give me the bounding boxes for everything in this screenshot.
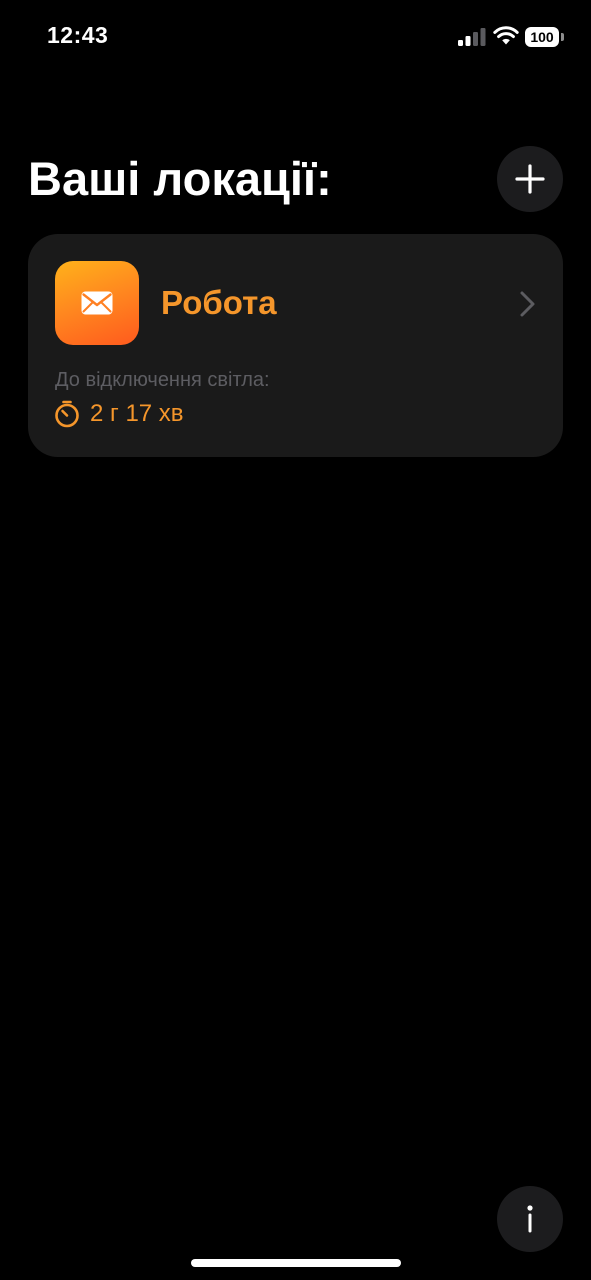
location-icon-tile xyxy=(55,261,139,345)
timer-icon xyxy=(55,400,79,428)
battery-indicator: 100 xyxy=(525,27,559,47)
status-time: 12:43 xyxy=(47,22,109,48)
info-button[interactable] xyxy=(497,1186,563,1252)
location-card[interactable]: Робота До відключення світла: 2 г 17 хв xyxy=(28,234,563,457)
envelope-icon xyxy=(81,291,113,315)
add-location-button[interactable] xyxy=(497,146,563,212)
battery-cap xyxy=(561,33,564,41)
countdown-value: 2 г 17 хв xyxy=(90,400,184,427)
countdown-row: 2 г 17 хв xyxy=(54,398,184,430)
home-indicator[interactable] xyxy=(191,1259,401,1267)
wifi-icon xyxy=(493,26,519,45)
plus-icon xyxy=(515,164,545,194)
location-name: Робота xyxy=(161,284,277,321)
chevron-right-icon xyxy=(520,291,535,317)
info-icon xyxy=(527,1205,533,1233)
cellular-signal-icon xyxy=(458,28,486,46)
battery-level: 100 xyxy=(530,29,554,45)
page-title: Ваші локації: xyxy=(28,152,332,205)
status-bar: 12:43 100 xyxy=(0,0,591,70)
outage-label: До відключення світла: xyxy=(55,369,270,391)
